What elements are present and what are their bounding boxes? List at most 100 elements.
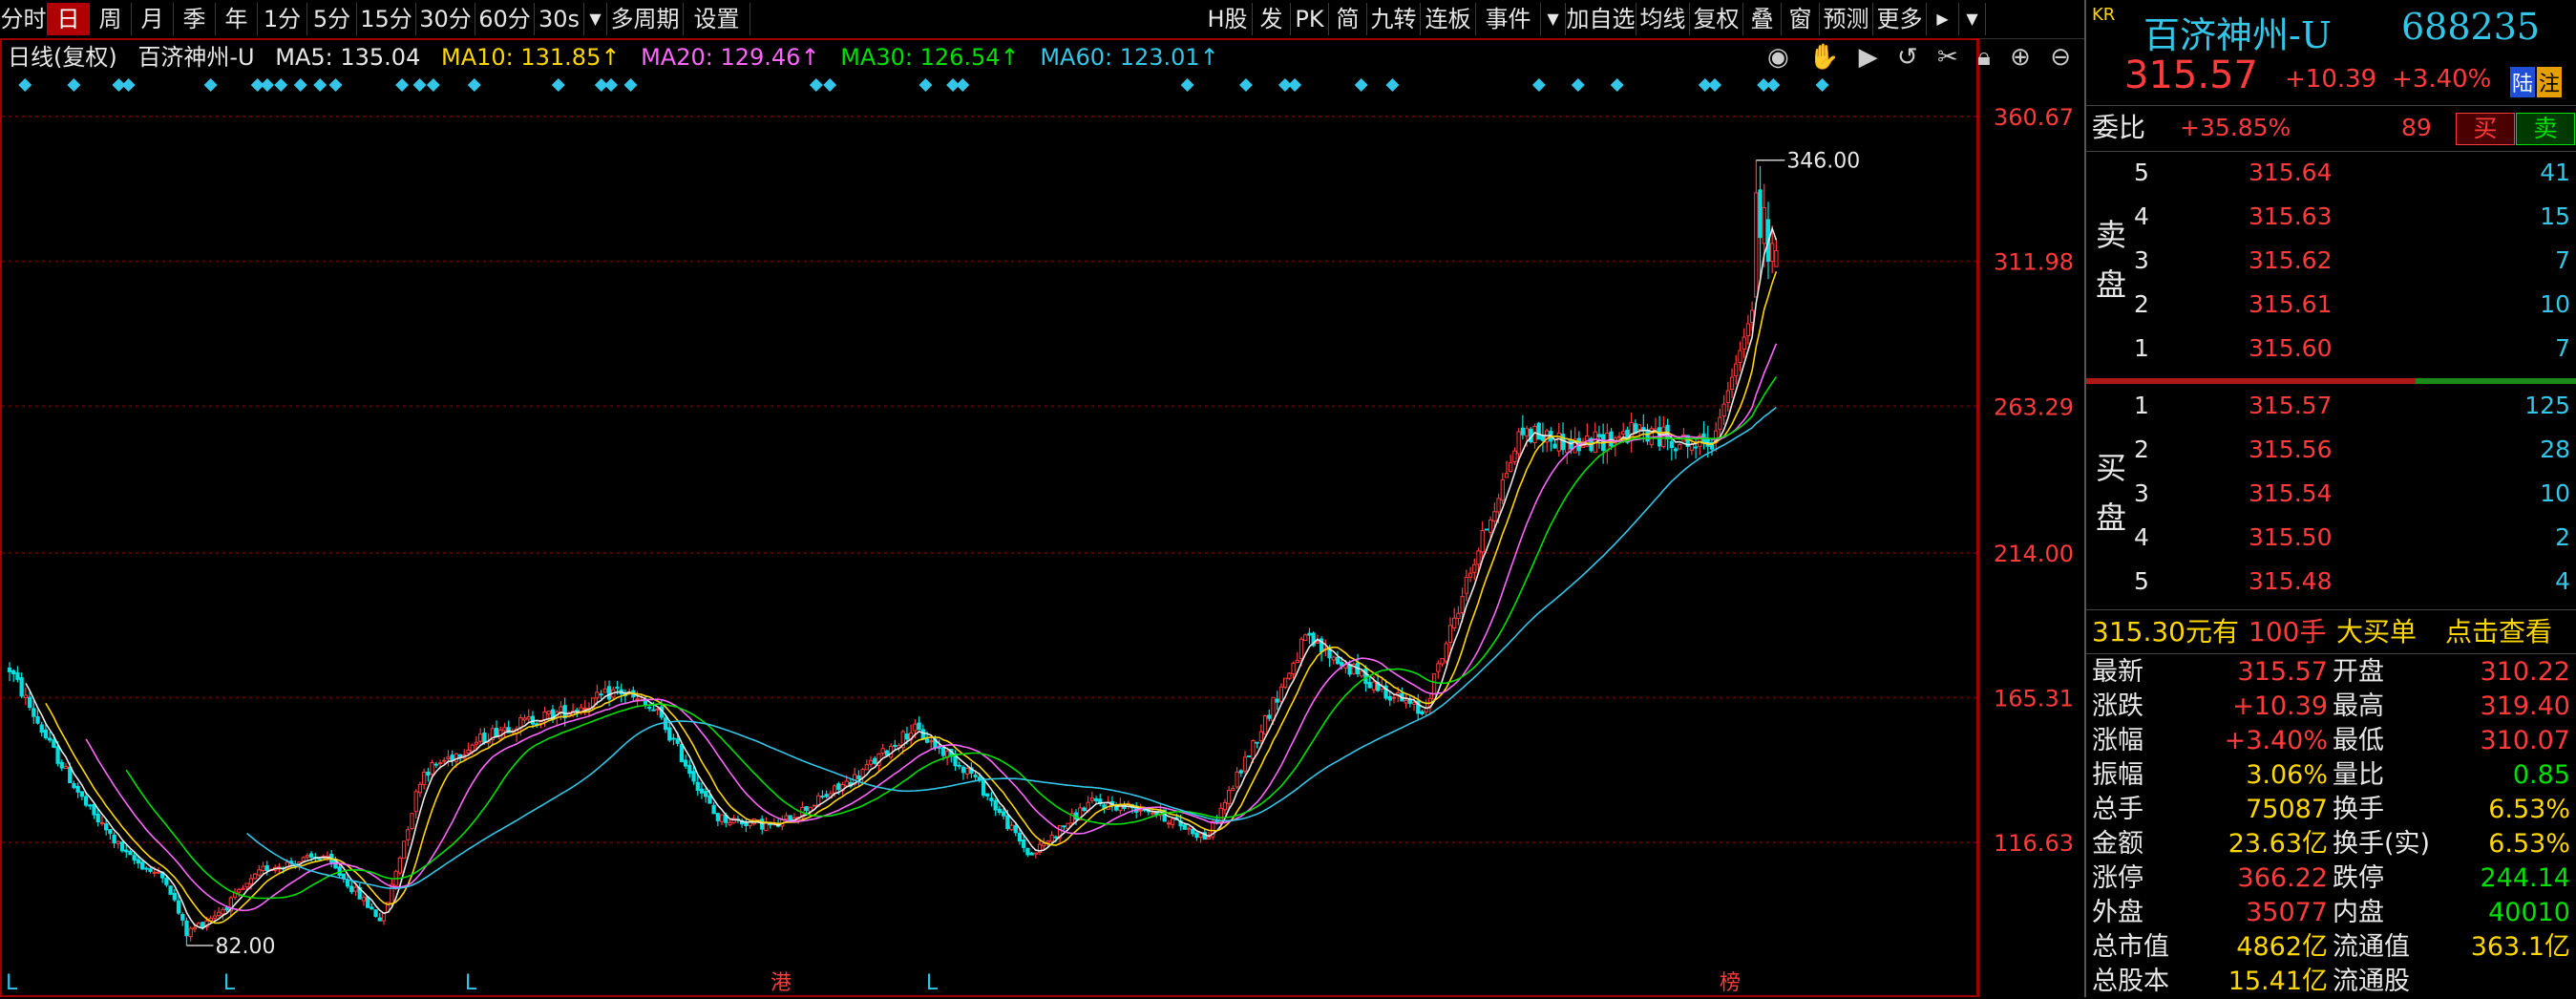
candle-body [43, 729, 49, 739]
toolbar-right-item-16[interactable]: ▼ [1959, 3, 1986, 35]
ask-price[interactable]: 315.62 [2249, 246, 2332, 274]
toolbar-item-13[interactable]: 多周期 [607, 3, 684, 35]
candle-body [1053, 836, 1059, 839]
candle-body [647, 707, 652, 710]
candle-body [844, 780, 849, 787]
toolbar-right-item-12[interactable]: 窗 [1782, 3, 1820, 35]
candle-body [19, 677, 24, 697]
toolbar-right-item-1[interactable]: 发 [1253, 3, 1291, 35]
toolbar-right-item-0[interactable]: H股 [1203, 3, 1253, 35]
sell-button[interactable]: 卖 [2516, 113, 2575, 145]
toolbar-right-item-11[interactable]: 叠 [1743, 3, 1782, 35]
eye-icon[interactable]: ◉ [1767, 43, 1789, 72]
tag-zhu[interactable]: 注 [2537, 67, 2563, 97]
candle-body [430, 761, 434, 775]
event-diamond [1354, 78, 1368, 92]
bid-price[interactable]: 315.54 [2249, 479, 2332, 507]
buy-button[interactable]: 买 [2456, 113, 2515, 145]
low-label: 82.00 [215, 935, 275, 959]
toolbar-item-10[interactable]: 60分 [475, 3, 535, 35]
toolbar-right-item-3[interactable]: 简 [1329, 3, 1367, 35]
toolbar-right-item-9[interactable]: 均线 [1636, 3, 1690, 35]
candle-body [373, 909, 378, 918]
big-order-row[interactable]: 315.30元有 100手 大买单 点击查看 [2086, 613, 2576, 651]
candle-body [1001, 811, 1006, 817]
toolbar-item-2[interactable]: 周 [90, 3, 132, 35]
ask-price[interactable]: 315.63 [2249, 202, 2332, 230]
tag-lu[interactable]: 陆 [2510, 67, 2536, 97]
toolbar-right-item-5[interactable]: 连板 [1421, 3, 1476, 35]
toolbar-item-0[interactable]: 分时 [0, 3, 48, 35]
candle-body [172, 892, 177, 901]
kline-chart[interactable]: 360.67 311.98 263.29 214.00 165.31 116.63 346.… [0, 38, 2084, 997]
candle-body [699, 788, 705, 794]
toolbar-right-item-2[interactable]: PK [1291, 3, 1329, 35]
big-order-link[interactable]: 点击查看 [2445, 613, 2552, 651]
toolbar-item-5[interactable]: 年 [216, 3, 258, 35]
hand-icon[interactable]: ✋ [1808, 43, 1839, 72]
quote-header: KR 百济神州-U 688235 [2086, 4, 2576, 57]
candle-body [1669, 440, 1674, 449]
toolbar-right-item-4[interactable]: 九转 [1367, 3, 1421, 35]
play-icon[interactable]: ▶ [1859, 43, 1878, 72]
toolbar-right-item-6[interactable]: 事件 [1476, 3, 1541, 35]
candle-body [128, 851, 133, 856]
candle-body [353, 886, 358, 892]
candle-body [413, 791, 418, 813]
candle-body [305, 855, 310, 858]
toolbar-item-1[interactable]: 日 [48, 3, 90, 35]
toolbar-right-item-14[interactable]: 更多 [1873, 3, 1927, 35]
candle-body [1509, 462, 1513, 473]
stat-label: 最新 [2092, 657, 2143, 687]
candle-body [1742, 336, 1746, 350]
candle-body [248, 878, 254, 885]
candle-body [868, 759, 874, 765]
ask-price[interactable]: 315.60 [2249, 334, 2332, 362]
scissors-icon[interactable]: ✂ [1937, 43, 1958, 72]
candle-body [860, 769, 865, 778]
toolbar-item-4[interactable]: 季 [174, 3, 216, 35]
ask-price[interactable]: 315.61 [2249, 290, 2332, 318]
candle-body [124, 849, 129, 853]
toolbar-item-8[interactable]: 15分 [357, 3, 416, 35]
event-diamond [1708, 78, 1722, 92]
bid-price[interactable]: 315.56 [2249, 436, 2332, 463]
toolbar-right-item-7[interactable]: ▼ [1541, 3, 1566, 35]
ma10-value: MA10: 131.85↑ [440, 44, 621, 71]
toolbar-item-11[interactable]: 30s [535, 3, 584, 35]
candle-body [1552, 443, 1557, 449]
toolbar-item-9[interactable]: 30分 [416, 3, 475, 35]
zoom-out-icon[interactable]: ⊖ [2050, 43, 2071, 72]
ask-price[interactable]: 315.64 [2249, 159, 2332, 186]
bid-price[interactable]: 315.48 [2249, 567, 2332, 595]
toolbar-item-7[interactable]: 5分 [307, 3, 357, 35]
candle-body [1678, 443, 1682, 450]
toolbar-right-item-13[interactable]: 预测 [1820, 3, 1873, 35]
kline-svg[interactable]: 360.67 311.98 263.29 214.00 165.31 116.63 346.… [0, 38, 2084, 997]
toolbar-right-item-8[interactable]: 加自选 [1566, 3, 1636, 35]
candle-body [856, 775, 861, 779]
candle-body [1363, 668, 1368, 685]
undo-icon[interactable]: ↺ [1897, 43, 1918, 72]
stat-value: 0.85 [2512, 760, 2570, 790]
toolbar-right-item-15[interactable]: ▶ [1927, 3, 1959, 35]
bid-price[interactable]: 315.50 [2249, 523, 2332, 551]
bid-price[interactable]: 315.57 [2249, 392, 2332, 419]
toolbar-item-3[interactable]: 月 [132, 3, 174, 35]
stat-label: 涨停 [2092, 863, 2143, 893]
toolbar-item-12[interactable]: ▼ [584, 3, 607, 35]
toolbar-item-14[interactable]: 设置 [684, 3, 750, 35]
toolbar-right-item-10[interactable]: 复权 [1690, 3, 1743, 35]
event-diamond [1180, 78, 1194, 92]
candle-body [1235, 771, 1239, 788]
event-diamond [918, 78, 933, 92]
candle-body [119, 841, 125, 852]
zoom-in-icon[interactable]: ⊕ [2010, 43, 2031, 72]
candle-body [579, 707, 583, 712]
toolbar-item-6[interactable]: 1分 [258, 3, 307, 35]
stat-label: 外盘 [2092, 898, 2143, 927]
candle-body [989, 797, 994, 801]
lock-icon[interactable]: 🔒︎ [1977, 43, 1991, 72]
candle-body [1231, 788, 1235, 792]
bottom-marker: 榜 [1720, 971, 1741, 995]
